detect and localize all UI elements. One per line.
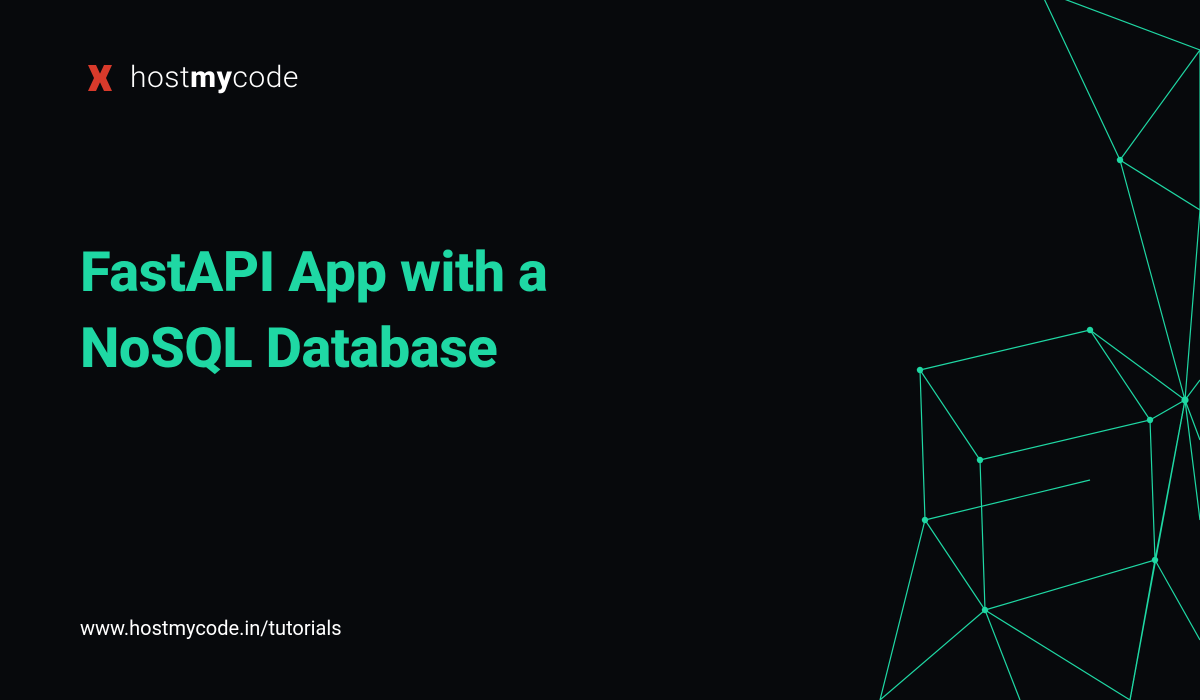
headline-line-2: NoSQL Database	[80, 315, 497, 381]
promo-banner: hostmycode FastAPI App with a NoSQL Data…	[0, 0, 1200, 700]
brand-logo-text: hostmycode	[130, 60, 299, 95]
brand-logo-text-code: code	[232, 60, 298, 95]
page-title: FastAPI App with a NoSQL Database	[80, 235, 1120, 386]
brand-logo-text-host: host	[130, 60, 190, 95]
brand-logo: hostmycode	[80, 60, 1120, 95]
brand-logo-icon	[80, 61, 120, 95]
brand-logo-text-my: my	[190, 60, 232, 95]
footer-url: www.hostmycode.in/tutorials	[80, 616, 342, 640]
headline-line-1: FastAPI App with a	[80, 239, 547, 305]
